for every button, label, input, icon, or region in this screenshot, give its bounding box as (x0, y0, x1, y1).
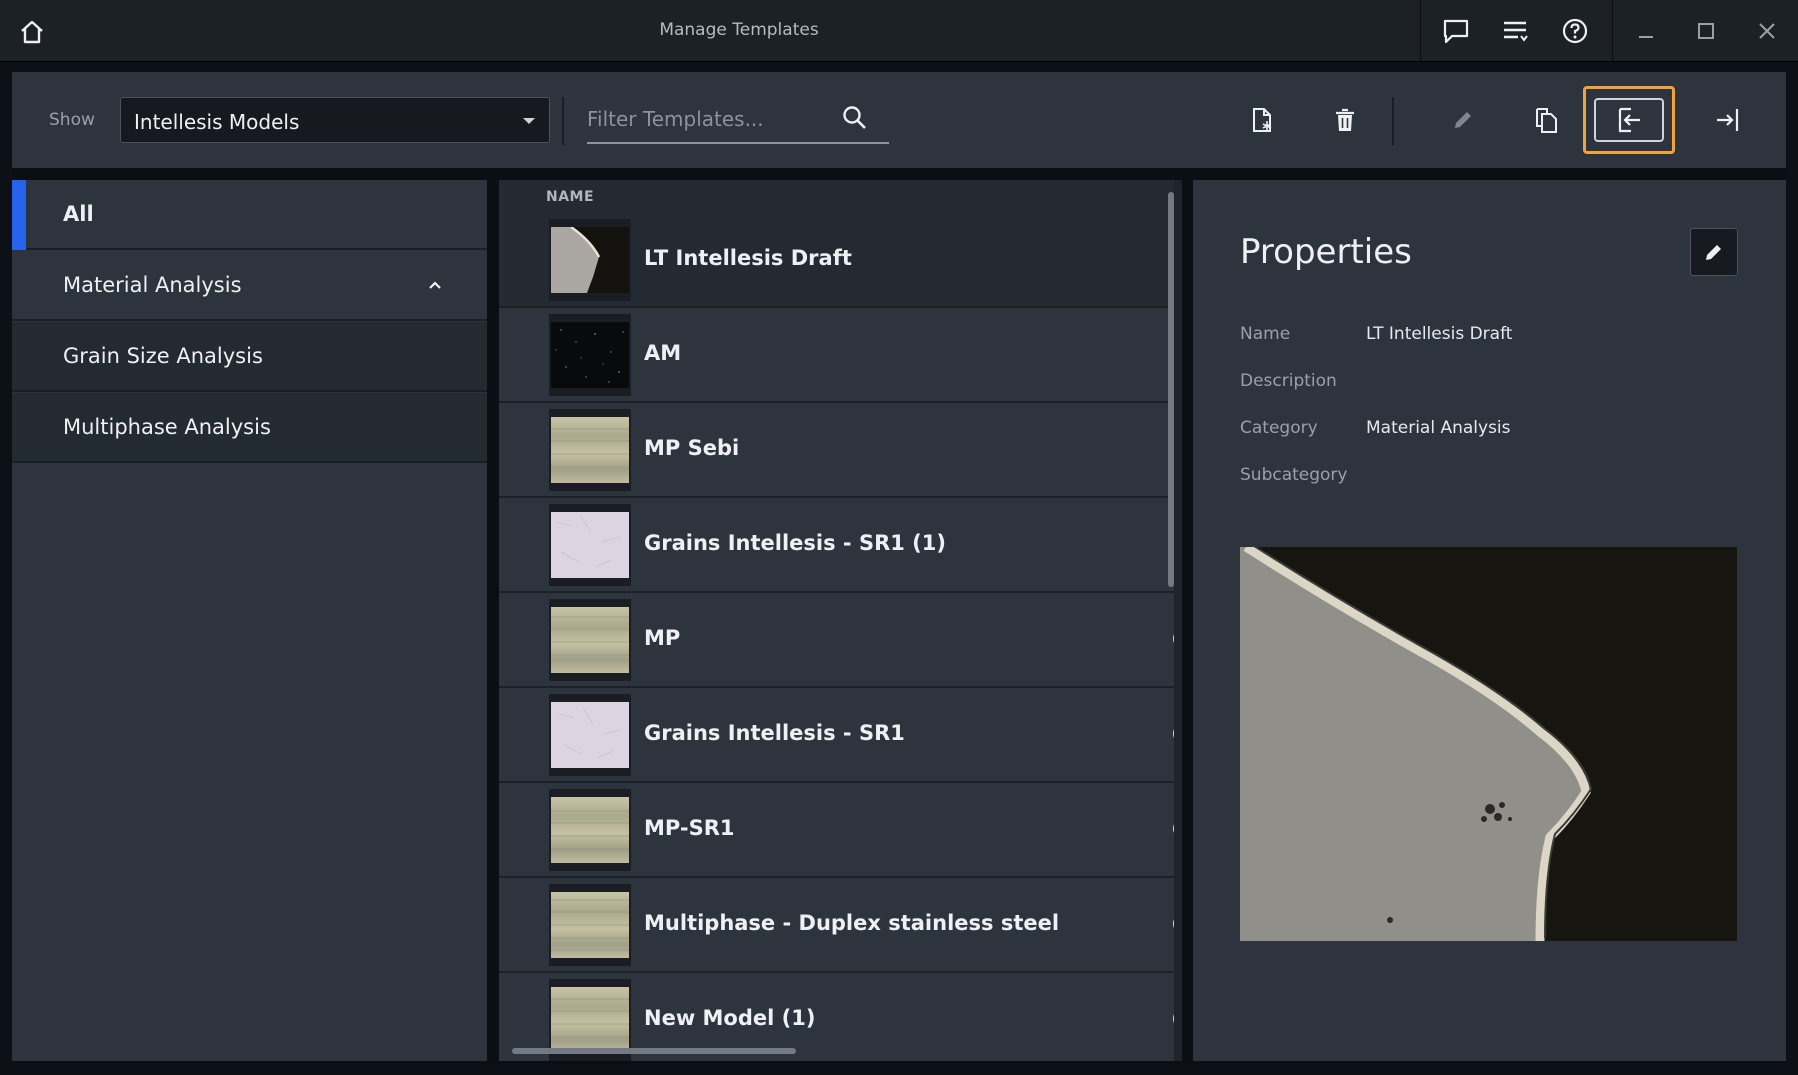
toolbar: Show Intellesis Models (12, 72, 1786, 168)
row-name: MP (644, 626, 681, 650)
thumbnail (549, 504, 631, 586)
edit-properties-button[interactable] (1690, 228, 1738, 276)
show-label: Show (49, 110, 95, 130)
row-name: Grains Intellesis - SR1 (1) (644, 531, 946, 555)
template-preview-image (1240, 547, 1737, 941)
export-icon (1618, 107, 1640, 133)
table-row[interactable]: AM 2 (499, 308, 1182, 403)
delete-icon (1336, 108, 1354, 131)
duplicate-button[interactable] (1520, 94, 1572, 146)
toolbar-separator (562, 97, 564, 145)
title-bar: Manage Templates (0, 0, 1798, 62)
category-label: All (63, 202, 94, 226)
title-separator (1420, 0, 1421, 62)
column-header[interactable]: NAME (499, 180, 1182, 213)
description-label: Description (1240, 371, 1337, 391)
thumbnail (549, 694, 631, 776)
export-button[interactable] (1583, 86, 1675, 154)
show-dropdown-value: Intellesis Models (134, 110, 300, 134)
row-name: AM (644, 341, 682, 365)
new-template-button[interactable] (1236, 94, 1288, 146)
delete-button[interactable] (1319, 94, 1371, 146)
thumbnail (549, 599, 631, 681)
toolbar-separator (1392, 97, 1394, 145)
thumbnail (549, 219, 631, 301)
category-multiphase-analysis[interactable]: Multiphase Analysis (12, 393, 487, 463)
filter-field[interactable] (587, 96, 889, 144)
category-all[interactable]: All (12, 180, 487, 250)
subcategory-label: Subcategory (1240, 465, 1348, 485)
list-icon[interactable] (1497, 13, 1533, 49)
thumbnail (549, 884, 631, 966)
new-template-icon (1253, 108, 1272, 132)
table-row[interactable]: MP-SR1 0 (499, 783, 1182, 878)
maximize-icon[interactable] (1688, 13, 1724, 49)
template-list: NAME LT Intellesis Draft 1 AM 2 MP Sebi … (499, 180, 1182, 1061)
thumbnail (549, 314, 631, 396)
row-name: Grains Intellesis - SR1 (644, 721, 905, 745)
name-label: Name (1240, 324, 1291, 344)
properties-panel: Properties Name LT Intellesis Draft Desc… (1193, 180, 1786, 1061)
row-name: MP Sebi (644, 436, 740, 460)
category-label: Grain Size Analysis (63, 344, 263, 368)
title-separator (1612, 0, 1613, 62)
import-button[interactable] (1702, 94, 1754, 146)
category-value: Material Analysis (1366, 418, 1511, 438)
scroll-track (1174, 180, 1182, 1061)
category-panel: All Material Analysis Grain Size Analysi… (12, 180, 487, 1061)
window-title: Manage Templates (659, 20, 819, 40)
table-row[interactable]: Grains Intellesis - SR1 0 (499, 688, 1182, 783)
rename-button[interactable] (1437, 94, 1489, 146)
chevron-up-icon[interactable] (427, 277, 443, 293)
row-name: LT Intellesis Draft (644, 246, 852, 270)
row-name: New Model (1) (644, 1006, 816, 1030)
filter-input[interactable] (587, 104, 837, 134)
table-row[interactable]: MP 0 (499, 593, 1182, 688)
search-icon[interactable] (841, 104, 869, 132)
show-dropdown[interactable]: Intellesis Models (120, 97, 550, 143)
category-grain-size-analysis[interactable]: Grain Size Analysis (12, 322, 487, 392)
minimize-icon[interactable] (1628, 13, 1664, 49)
import-icon (1717, 109, 1739, 131)
column-header-name: NAME (546, 189, 595, 205)
category-label: Category (1240, 418, 1318, 438)
close-icon[interactable] (1749, 13, 1785, 49)
category-material-analysis[interactable]: Material Analysis (12, 251, 487, 321)
properties-title: Properties (1240, 232, 1412, 272)
table-row[interactable]: Multiphase - Duplex stainless steel 0 (499, 878, 1182, 973)
category-label: Material Analysis (63, 273, 242, 297)
row-name: MP-SR1 (644, 816, 735, 840)
duplicate-icon (1536, 108, 1557, 133)
thumbnail (549, 789, 631, 871)
thumbnail (549, 409, 631, 491)
chat-icon[interactable] (1438, 13, 1474, 49)
selection-indicator (12, 180, 26, 250)
table-row[interactable]: LT Intellesis Draft 1 (499, 213, 1182, 308)
table-row[interactable]: Grains Intellesis - SR1 (1) 0 (499, 498, 1182, 593)
help-icon[interactable] (1557, 13, 1593, 49)
export-button-frame (1594, 98, 1664, 142)
edit-icon (1706, 245, 1721, 260)
vertical-scrollbar[interactable] (1168, 192, 1174, 587)
rename-icon (1455, 112, 1471, 128)
horizontal-scrollbar[interactable] (512, 1048, 796, 1054)
category-label: Multiphase Analysis (63, 415, 271, 439)
row-name: Multiphase - Duplex stainless steel (644, 911, 1060, 935)
table-row[interactable]: MP Sebi 0 (499, 403, 1182, 498)
chevron-down-icon (523, 118, 535, 124)
name-value: LT Intellesis Draft (1366, 324, 1513, 344)
